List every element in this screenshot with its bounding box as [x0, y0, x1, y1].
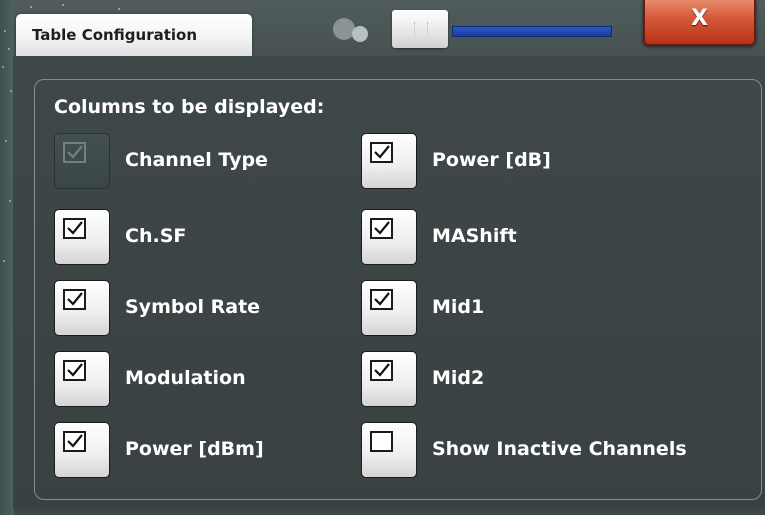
trace-dot: [9, 200, 11, 202]
trace-dot: [4, 30, 6, 32]
checkmark-icon: [63, 360, 86, 381]
checkbox[interactable]: [361, 351, 417, 407]
checkmark-icon: [63, 142, 86, 163]
checkbox-item-power-dbm[interactable]: Power [dBm]: [54, 422, 324, 478]
transparency-slider-thumb[interactable]: [392, 10, 448, 48]
checkbox-item-mashift[interactable]: MAShift: [361, 209, 751, 265]
background-blob: [352, 26, 368, 42]
trace-dot: [62, 4, 64, 6]
checkbox-label: Mid1: [432, 296, 485, 318]
checkbox[interactable]: [54, 422, 110, 478]
checkbox-item-ch-sf[interactable]: Ch.SF: [54, 209, 324, 265]
checkbox-item-mid2[interactable]: Mid2: [361, 351, 751, 407]
checkbox-label: Modulation: [125, 367, 246, 389]
checkbox[interactable]: [54, 280, 110, 336]
checkbox: [54, 133, 110, 189]
checkbox-label: Ch.SF: [125, 225, 187, 247]
checkbox[interactable]: [361, 280, 417, 336]
checkbox-label: MAShift: [432, 225, 517, 247]
checkmark-icon: [370, 289, 393, 310]
checkbox-label: Power [dB]: [432, 149, 551, 171]
checkbox-label: Mid2: [432, 367, 485, 389]
checkbox-empty-icon: [370, 431, 393, 452]
checkmark-icon: [370, 360, 393, 381]
background-trace-area: [0, 0, 14, 515]
close-button[interactable]: X: [643, 0, 756, 46]
dialog-title: Table Configuration: [32, 26, 198, 44]
checkmark-icon: [63, 289, 86, 310]
checkbox-item-show-inactive-channels[interactable]: Show Inactive Channels: [361, 422, 756, 478]
dialog-title-tab: Table Configuration: [16, 14, 252, 56]
checkbox-item-symbol-rate[interactable]: Symbol Rate: [54, 280, 324, 336]
checkbox-item-mid1[interactable]: Mid1: [361, 280, 751, 336]
checkbox[interactable]: [361, 422, 417, 478]
trace-dot: [3, 260, 5, 262]
transparency-slider-track[interactable]: [452, 26, 612, 37]
checkmark-icon: [63, 218, 86, 239]
checkbox-label: Channel Type: [125, 149, 268, 171]
checkmark-icon: [370, 218, 393, 239]
trace-dot: [5, 140, 7, 142]
checkbox-label: Show Inactive Channels: [432, 438, 687, 460]
checkbox-item-channel-type: Channel Type: [54, 133, 324, 189]
trace-dot: [2, 66, 4, 68]
trace-dot: [10, 90, 12, 92]
close-icon: X: [691, 6, 708, 31]
trace-dot: [118, 8, 120, 10]
checkmark-icon: [63, 431, 86, 452]
checkbox-label: Symbol Rate: [125, 296, 261, 318]
grip-icon: [414, 22, 428, 36]
checkbox-item-power-db[interactable]: Power [dB]: [361, 133, 751, 189]
group-title: Columns to be displayed:: [54, 96, 325, 118]
checkbox[interactable]: [361, 133, 417, 189]
checkbox[interactable]: [54, 209, 110, 265]
checkmark-icon: [370, 142, 393, 163]
trace-dot: [8, 48, 10, 50]
trace-dot: [30, 6, 32, 8]
checkbox-label: Power [dBm]: [125, 438, 264, 460]
checkbox-item-modulation[interactable]: Modulation: [54, 351, 324, 407]
checkbox[interactable]: [361, 209, 417, 265]
checkbox[interactable]: [54, 351, 110, 407]
